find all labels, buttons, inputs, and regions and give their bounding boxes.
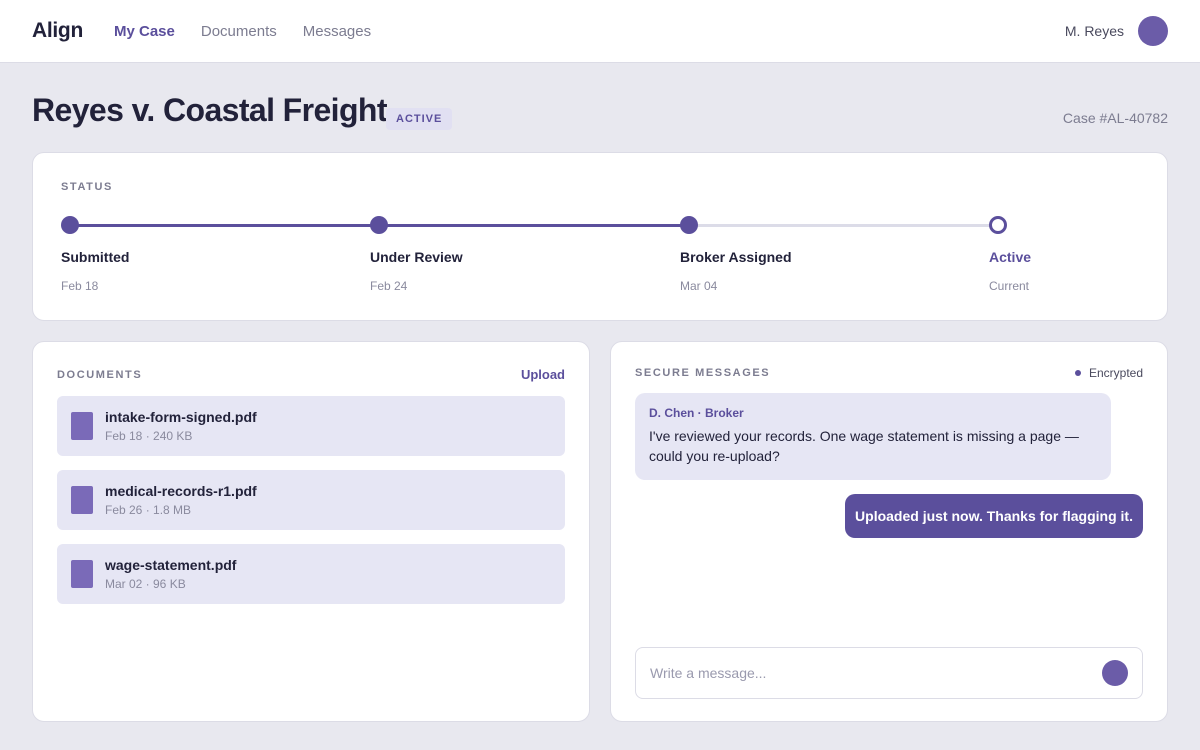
step-dot-under-review <box>370 216 388 234</box>
documents-label: DOCUMENTS <box>57 369 143 381</box>
document-meta: Mar 02 · 96 KB <box>105 577 186 591</box>
nav-my-case[interactable]: My Case <box>114 23 175 40</box>
incoming-message: D. Chen · Broker I've reviewed your reco… <box>635 393 1111 480</box>
file-icon <box>71 486 93 514</box>
step-dot-submitted <box>61 216 79 234</box>
nav-documents[interactable]: Documents <box>201 23 277 40</box>
document-name: intake-form-signed.pdf <box>105 409 257 425</box>
file-icon <box>71 412 93 440</box>
file-icon <box>71 560 93 588</box>
message-input[interactable] <box>650 648 1090 698</box>
step-date-active: Current <box>989 279 1030 293</box>
documents-card: DOCUMENTS Upload intake-form-signed.pdf … <box>32 341 590 722</box>
message-text: I've reviewed your records. One wage sta… <box>649 428 1079 464</box>
status-badge: ACTIVE <box>386 108 453 130</box>
main-nav: My Case Documents Messages <box>114 23 371 40</box>
step-label-submitted: Submitted <box>61 249 130 265</box>
document-item[interactable]: wage-statement.pdf Mar 02 · 96 KB <box>57 544 565 604</box>
avatar[interactable] <box>1138 16 1168 46</box>
case-number: Case #AL-40782 <box>1062 110 1168 126</box>
encrypted-indicator: Encrypted <box>1074 366 1143 380</box>
step-dot-active <box>989 216 1007 234</box>
status-card: STATUS Submitted Under Review Broker Ass… <box>32 152 1168 321</box>
top-nav-bar: Align My Case Documents Messages M. Reye… <box>0 0 1200 63</box>
step-label-broker-assigned: Broker Assigned <box>680 249 792 265</box>
page-title: Reyes v. Coastal Freight <box>32 92 388 128</box>
app-logo[interactable]: Align <box>32 19 83 43</box>
messages-card: SECURE MESSAGES Encrypted D. Chen · Brok… <box>610 341 1168 722</box>
encrypted-dot-icon <box>1074 370 1081 376</box>
document-item[interactable]: medical-records-r1.pdf Feb 26 · 1.8 MB <box>57 470 565 530</box>
step-label-active: Active <box>989 249 1032 265</box>
message-composer <box>635 647 1143 699</box>
upload-button[interactable]: Upload <box>521 367 565 382</box>
nav-messages[interactable]: Messages <box>303 23 371 40</box>
step-label-under-review: Under Review <box>370 249 463 265</box>
status-label: STATUS <box>61 181 113 193</box>
user-menu[interactable]: M. Reyes <box>1065 16 1168 46</box>
document-meta: Feb 18 · 240 KB <box>105 429 193 443</box>
document-meta: Feb 26 · 1.8 MB <box>105 503 192 517</box>
document-item[interactable]: intake-form-signed.pdf Feb 18 · 240 KB <box>57 396 565 456</box>
messages-label: SECURE MESSAGES <box>635 367 771 379</box>
send-button[interactable] <box>1102 660 1128 686</box>
document-name: wage-statement.pdf <box>105 557 237 573</box>
outgoing-message: Uploaded just now. Thanks for flagging i… <box>845 494 1143 538</box>
encrypted-label: Encrypted <box>1088 366 1143 380</box>
step-date-under-review: Feb 24 <box>370 279 408 293</box>
progress-line-pending <box>690 224 997 227</box>
step-date-submitted: Feb 18 <box>61 279 99 293</box>
step-dot-broker-assigned <box>680 216 698 234</box>
step-date-broker-assigned: Mar 04 <box>680 279 718 293</box>
document-name: medical-records-r1.pdf <box>105 483 257 499</box>
user-name: M. Reyes <box>1064 23 1124 39</box>
message-sender: D. Chen · Broker <box>649 406 744 420</box>
